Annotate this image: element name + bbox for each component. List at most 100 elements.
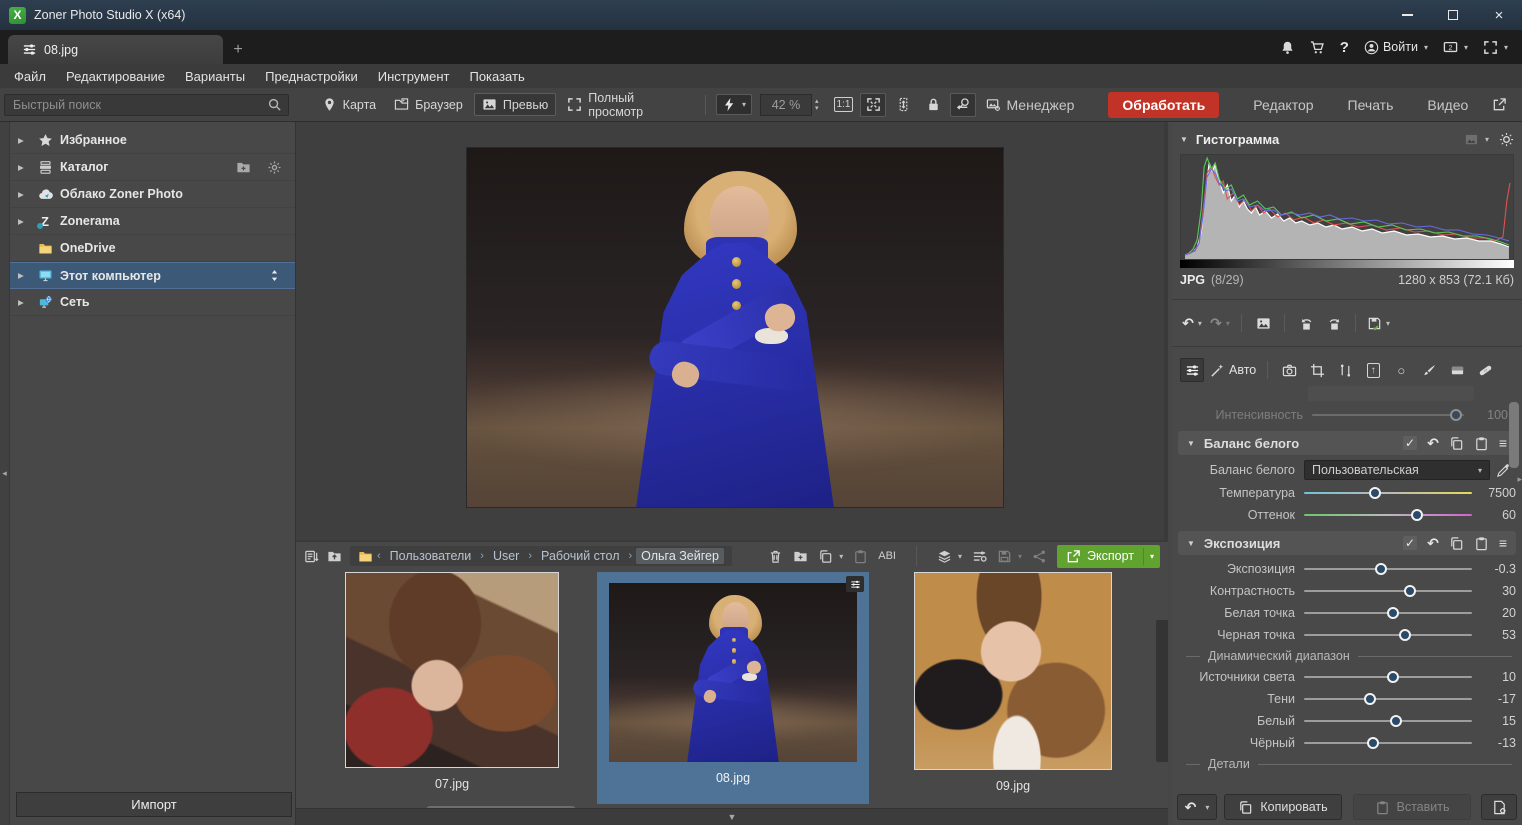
fullscreen-button[interactable]: ▾ [1483, 40, 1508, 55]
slider-thumb[interactable] [1411, 509, 1423, 521]
sidebar-item-4[interactable]: OneDrive [10, 235, 295, 262]
browser-button[interactable]: Браузер [387, 94, 470, 115]
slider-track[interactable] [1304, 628, 1472, 642]
slider-track[interactable] [1304, 562, 1472, 576]
collapse-icon[interactable]: ▼ [1187, 539, 1195, 548]
breadcrumb-item-2[interactable]: Рабочий стол [536, 548, 624, 564]
sidebar-item-0[interactable]: ▶Избранное [10, 127, 295, 154]
slider-value[interactable]: 7500 [1472, 486, 1516, 500]
section-copy-icon[interactable] [1449, 536, 1464, 551]
auto-enhance-button[interactable]: Авто [1208, 358, 1258, 382]
breadcrumb-item-0[interactable]: Пользователи [385, 548, 477, 564]
preview-photo[interactable] [467, 148, 1003, 507]
thumbnail-image[interactable] [345, 572, 559, 768]
search-icon[interactable] [267, 97, 282, 112]
slider-value[interactable]: -0.3 [1472, 562, 1516, 576]
open-external-button[interactable] [1486, 93, 1512, 117]
menu-item-4[interactable]: Инструмент [368, 69, 460, 84]
histogram-header[interactable]: ▼ Гистограмма ▾ [1180, 128, 1514, 150]
thumbnail-08.jpg[interactable]: 08.jpg [597, 572, 869, 804]
close-button[interactable]: × [1476, 0, 1522, 30]
stack-button[interactable]: ▾ [937, 549, 962, 564]
collapse-icon[interactable]: ▼ [1180, 135, 1188, 144]
thumbnail-image[interactable] [914, 572, 1112, 770]
slider-value[interactable]: 100 [1464, 408, 1508, 422]
breadcrumb-item-3[interactable]: Ольга Зейгер [636, 548, 724, 564]
expander-icon[interactable]: ▶ [18, 271, 34, 280]
copy-files-button[interactable]: ▾ [818, 549, 843, 564]
slider-value[interactable]: 15 [1472, 714, 1516, 728]
apply-settings-button[interactable] [1481, 794, 1517, 820]
show-original-button[interactable] [1251, 311, 1275, 335]
notifications-bell-icon[interactable] [1280, 40, 1295, 55]
export-options-icon[interactable]: ▾ [1143, 548, 1160, 565]
search-input[interactable] [5, 98, 267, 112]
sidebar-item-2[interactable]: ▶Облако Zoner Photo [10, 181, 295, 208]
filmstrip-collapse-bar[interactable]: ▼ [296, 808, 1168, 825]
menu-item-3[interactable]: Преднастройки [255, 69, 368, 84]
slider-track[interactable] [1304, 606, 1472, 620]
copy-adjustments-button[interactable]: Копировать [1224, 794, 1342, 820]
new-folder-icon[interactable] [793, 549, 808, 564]
tab-active[interactable]: 08.jpg [8, 35, 223, 64]
slider-track[interactable] [1304, 714, 1472, 728]
white-balance-select[interactable]: Пользовательская ▾ [1304, 460, 1490, 480]
section-paste-icon[interactable] [1474, 536, 1489, 551]
slider-track[interactable] [1304, 508, 1472, 522]
section-menu-icon[interactable]: ≡ [1499, 435, 1507, 451]
panel-expand-handle[interactable]: ▸ [1517, 474, 1522, 485]
slider-thumb[interactable] [1375, 563, 1387, 575]
section-copy-icon[interactable] [1449, 436, 1464, 451]
panel-collapse-handle[interactable]: ◂ [0, 122, 10, 825]
workspace-switch-button[interactable]: 2 ▾ [1443, 40, 1468, 55]
slider-thumb[interactable] [1364, 693, 1376, 705]
fit-to-window-button[interactable] [860, 93, 886, 117]
mode-button-2[interactable]: Редактор [1253, 97, 1313, 113]
autoadjust-button[interactable]: ▾ [716, 94, 752, 115]
vertical-scrollbar[interactable] [1509, 402, 1519, 468]
section-paste-icon[interactable] [1474, 436, 1489, 451]
sidebar-item-5[interactable]: ▶Этот компьютер [10, 262, 295, 289]
filter-settings-icon[interactable] [972, 549, 987, 564]
crop-tool-button[interactable] [1305, 358, 1329, 382]
slider-thumb[interactable] [1369, 487, 1381, 499]
redo-button[interactable]: ↷▾ [1208, 311, 1232, 335]
share-icon[interactable] [1032, 549, 1047, 564]
map-button[interactable]: Карта [315, 94, 383, 115]
slider-value[interactable]: 30 [1472, 584, 1516, 598]
undo-adjustments-button[interactable]: ↶▾ [1177, 794, 1217, 820]
undo-button[interactable]: ↶▾ [1180, 311, 1204, 335]
white-balance-header[interactable]: ▼ Баланс белого ✓ ↶ ≡ [1178, 431, 1516, 455]
camera-raw-button[interactable] [1277, 358, 1301, 382]
paste-adjustments-button[interactable]: Вставить [1353, 794, 1471, 820]
minimize-button[interactable] [1384, 0, 1430, 30]
lock-zoom-button[interactable] [920, 93, 946, 117]
collapse-icon[interactable]: ▼ [1187, 439, 1195, 448]
exposure-header[interactable]: ▼ Экспозиция ✓ ↶ ≡ [1178, 531, 1516, 555]
sidebar-item-6[interactable]: ▶Сеть [10, 289, 295, 316]
fit-height-button[interactable] [890, 93, 916, 117]
maximize-button[interactable] [1430, 0, 1476, 30]
gradient-filter-button[interactable] [1445, 358, 1469, 382]
slider-track[interactable] [1312, 408, 1464, 422]
slider-value[interactable]: -13 [1472, 736, 1516, 750]
slider-track[interactable] [1304, 584, 1472, 598]
sidebar-item-1[interactable]: ▶Каталог [10, 154, 295, 181]
sidebar-item-3[interactable]: ▶ZZonerama [10, 208, 295, 235]
histogram-settings-icon[interactable] [1499, 132, 1514, 147]
slider-value[interactable]: 53 [1472, 628, 1516, 642]
zoom-value[interactable]: 42 % [760, 94, 812, 116]
compare-zoom-button[interactable] [950, 93, 976, 117]
expander-icon[interactable]: ▶ [18, 217, 34, 226]
image-settings-button[interactable] [980, 93, 1006, 117]
mode-button-1[interactable]: Обработать [1108, 92, 1219, 118]
save-button[interactable]: ▾ [997, 549, 1022, 564]
export-button[interactable]: Экспорт ▾ [1057, 545, 1160, 568]
slider-value[interactable]: 60 [1472, 508, 1516, 522]
fullview-button[interactable]: Полный просмотр [560, 88, 695, 122]
slider-thumb[interactable] [1450, 409, 1462, 421]
zoom-decrease-icon[interactable]: ▾ [815, 105, 819, 112]
menu-item-1[interactable]: Редактирование [56, 69, 175, 84]
slider-value[interactable]: 20 [1472, 606, 1516, 620]
section-enabled-checkbox[interactable]: ✓ [1403, 436, 1417, 450]
